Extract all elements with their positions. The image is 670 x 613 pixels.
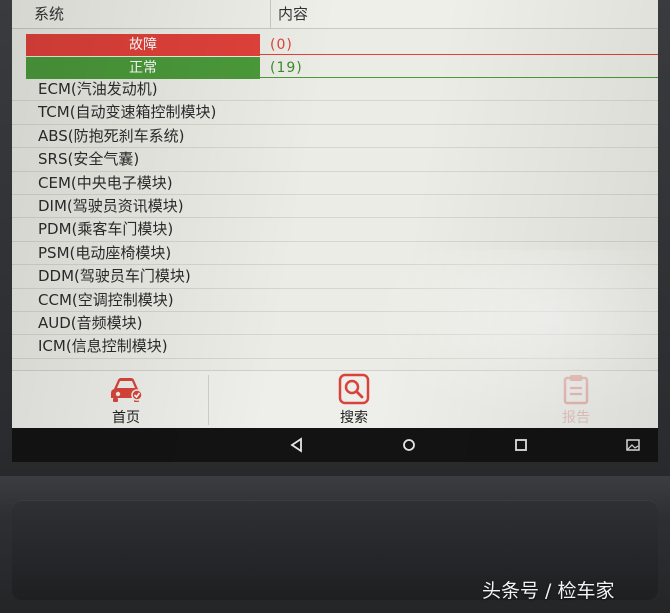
list-item[interactable]: AUD(音频模块): [12, 312, 658, 336]
fault-label: 故障: [26, 34, 260, 56]
screenshot-icon[interactable]: [624, 436, 642, 454]
list-item[interactable]: DIM(驾驶员资讯模块): [12, 195, 658, 219]
nav-search-label: 搜索: [340, 410, 368, 426]
report-icon: [563, 375, 589, 405]
bottom-nav-bar: 首页 搜索 报告: [12, 370, 658, 429]
back-triangle-icon[interactable]: [288, 436, 306, 454]
fault-row[interactable]: 故障 (0): [26, 34, 658, 56]
fault-line: [260, 54, 658, 55]
list-item[interactable]: ECM(汽油发动机): [12, 78, 658, 102]
nav-divider: [208, 375, 209, 425]
list-item[interactable]: ABS(防抱死刹车系统): [12, 125, 658, 149]
normal-row[interactable]: 正常 (19): [26, 57, 658, 79]
watermark: 头条号 / 检车家: [482, 580, 615, 602]
nav-report-label: 报告: [562, 410, 590, 426]
nav-home-label: 首页: [112, 410, 140, 426]
normal-label: 正常: [26, 57, 260, 79]
list-item[interactable]: TCM(自动变速箱控制模块): [12, 101, 658, 125]
system-navigation-bar: [12, 428, 658, 462]
recents-square-icon[interactable]: [512, 436, 530, 454]
car-icon: [111, 378, 143, 402]
list-item[interactable]: DDM(驾驶员车门模块): [12, 265, 658, 289]
nav-report-button[interactable]: 报告: [516, 371, 636, 429]
device-screen: 系统 内容 故障 (0) 正常 (19) ECM(汽油发动机) TCM(自动变速…: [12, 0, 658, 462]
home-circle-icon[interactable]: [400, 436, 418, 454]
list-item[interactable]: PDM(乘客车门模块): [12, 218, 658, 242]
list-item[interactable]: SRS(安全气囊): [12, 148, 658, 172]
table-header: 系统 内容: [12, 0, 658, 29]
fault-count: (0): [270, 37, 293, 53]
column-divider: [270, 0, 271, 28]
normal-count: (19): [270, 60, 303, 76]
module-list: ECM(汽油发动机) TCM(自动变速箱控制模块) ABS(防抱死刹车系统) S…: [12, 78, 658, 359]
list-item[interactable]: ICM(信息控制模块): [12, 335, 658, 359]
list-item[interactable]: CEM(中央电子模块): [12, 172, 658, 195]
header-content: 内容: [278, 5, 309, 23]
header-system: 系统: [34, 5, 65, 23]
search-icon: [338, 373, 370, 405]
list-item[interactable]: PSM(电动座椅模块): [12, 242, 658, 266]
list-item[interactable]: CCM(空调控制模块): [12, 289, 658, 312]
nav-home-button[interactable]: 首页: [66, 371, 186, 429]
nav-search-button[interactable]: 搜索: [294, 371, 414, 429]
